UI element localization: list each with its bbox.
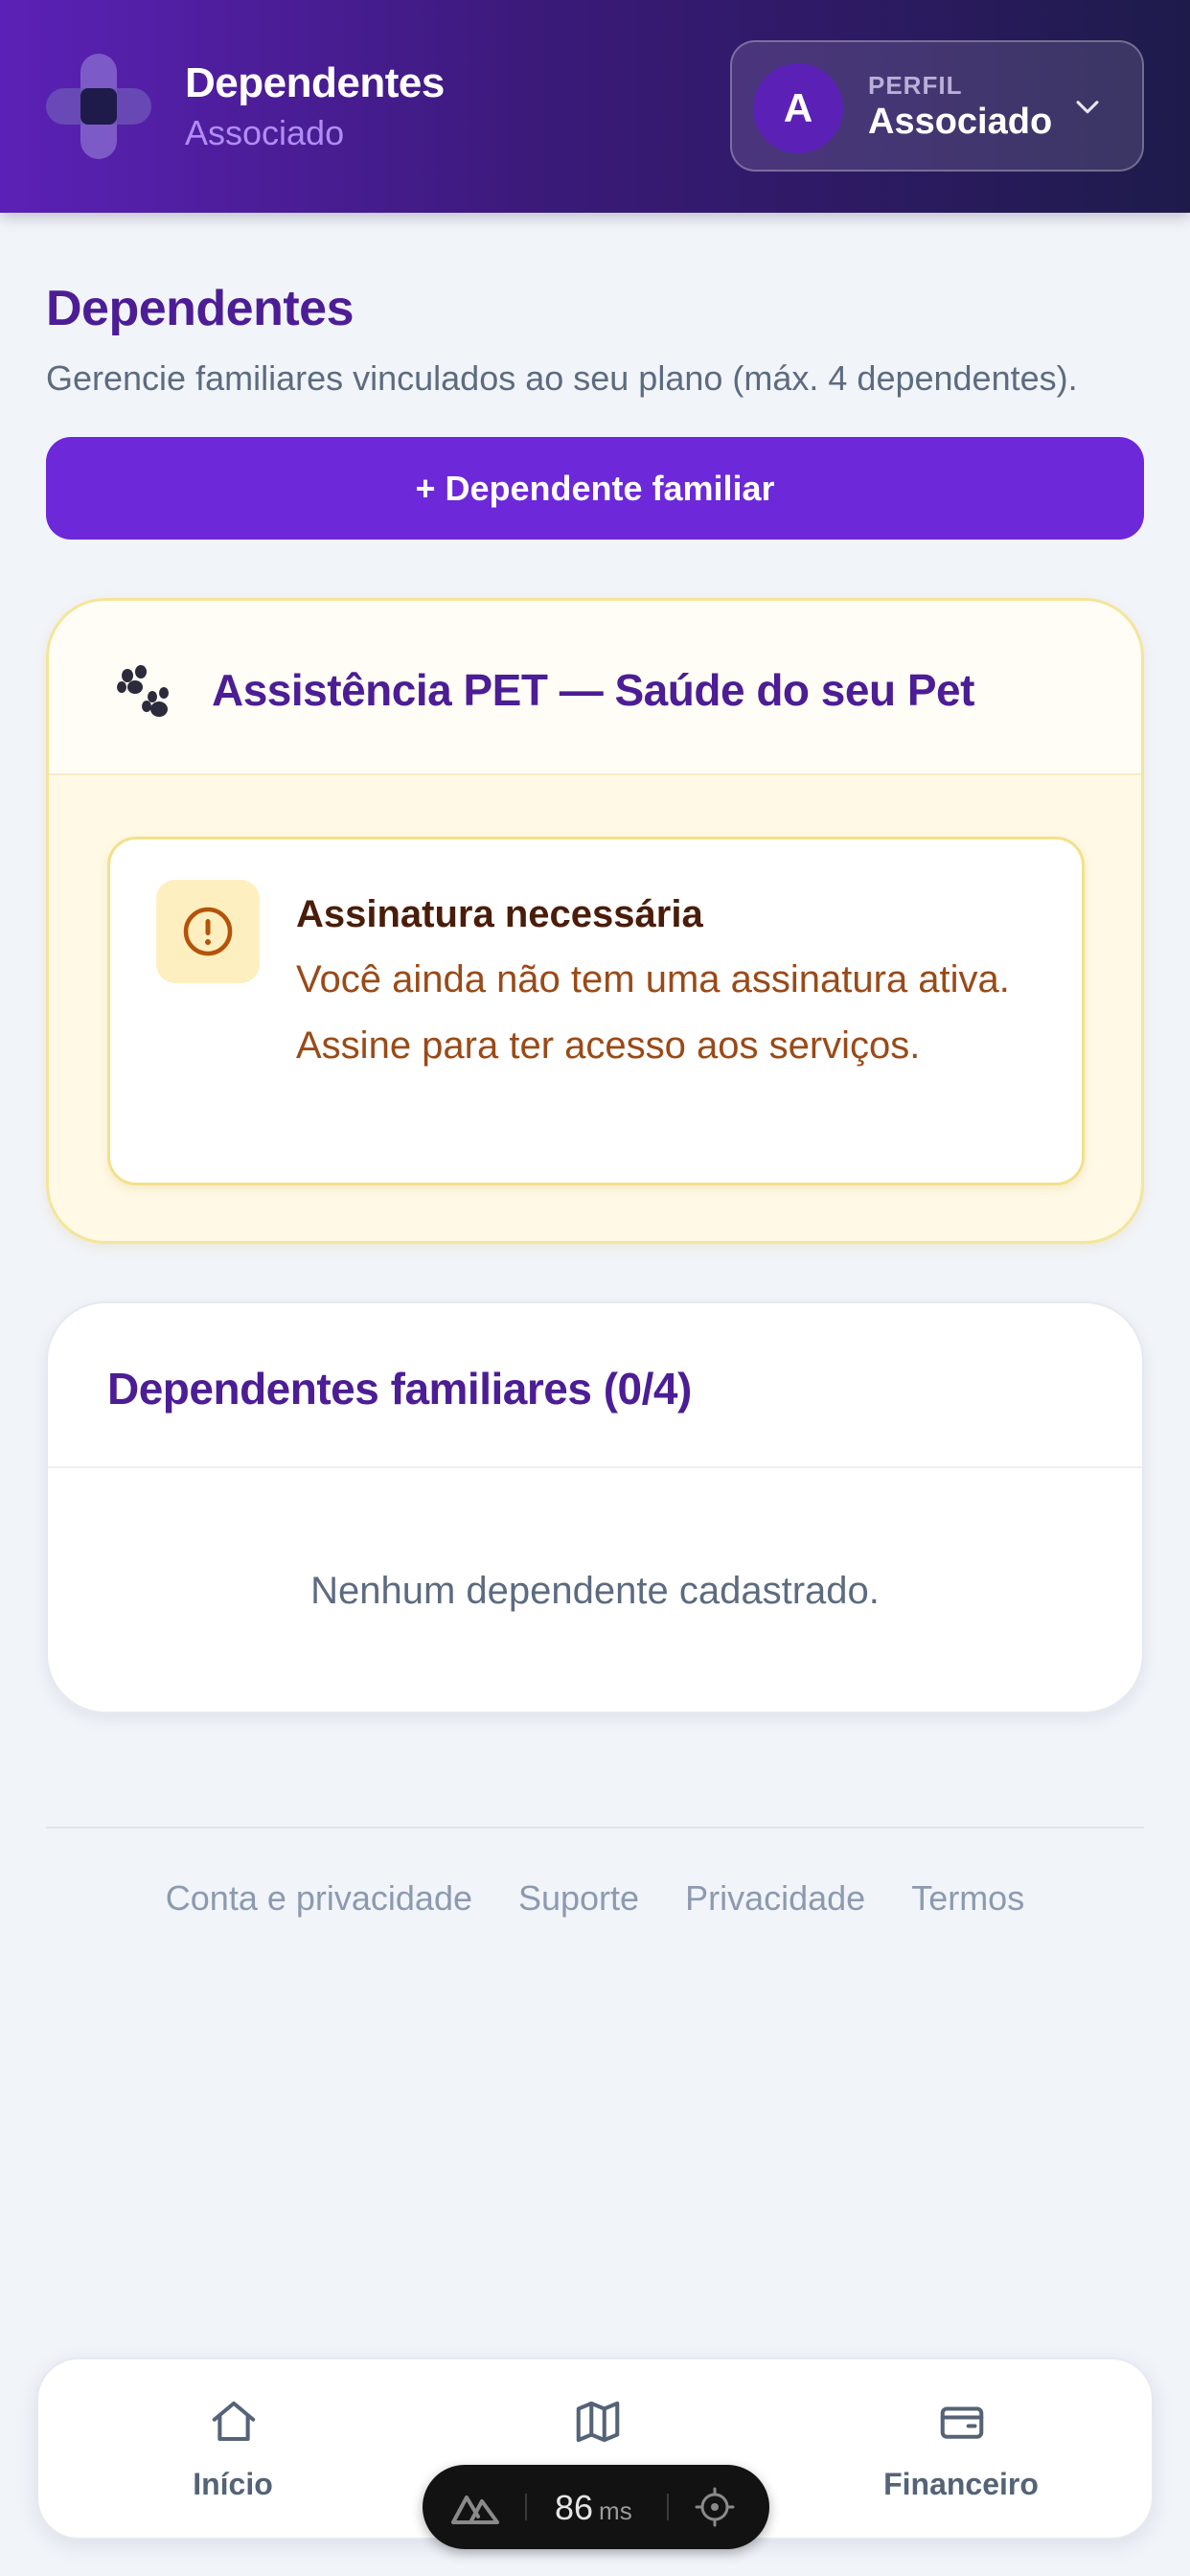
alert-title: Assinatura necessária: [296, 893, 703, 935]
avatar: A: [753, 63, 843, 153]
add-dependent-button[interactable]: + Dependente familiar: [46, 437, 1144, 540]
nav-item-home[interactable]: Início: [118, 2396, 348, 2511]
profile-value: Associado: [868, 102, 1053, 142]
nav-item-label: Financeiro: [883, 2467, 1039, 2501]
nav-item-financial[interactable]: Financeiro: [846, 2396, 1076, 2511]
header-subtitle: Associado: [185, 113, 345, 152]
pet-card-title: Assistência PET — Saúde do seu Pet: [212, 665, 974, 715]
app-logo-icon: [46, 54, 151, 159]
render-time-value: 86: [555, 2488, 594, 2527]
profile-switcher-button[interactable]: A PERFIL Associado: [730, 40, 1144, 172]
paw-icon: [117, 665, 169, 717]
family-dependents-card: Dependentes familiares (0/4) Nenhum depe…: [46, 1301, 1144, 1714]
footer-link-account-privacy[interactable]: Conta e privacidade: [166, 1878, 472, 1919]
pet-assistance-card: Assistência PET — Saúde do seu Pet Assin…: [46, 598, 1144, 1244]
header-title: Dependentes: [185, 59, 445, 106]
toolbar-divider: [667, 2494, 669, 2520]
footer-link-privacy[interactable]: Privacidade: [685, 1878, 865, 1919]
footer-link-support[interactable]: Suporte: [518, 1878, 639, 1919]
wallet-icon: [940, 2406, 984, 2439]
footer-link-terms[interactable]: Termos: [911, 1878, 1024, 1919]
dependents-card-title: Dependentes familiares (0/4): [107, 1364, 692, 1414]
toolbar-divider: [525, 2494, 527, 2520]
alert-text: Você ainda não tem uma assinatura ativa.…: [296, 958, 1010, 1067]
footer-divider: [46, 1827, 1144, 1828]
exclamation-circle-icon: [183, 907, 233, 956]
dependents-card-header: Dependentes familiares (0/4): [48, 1303, 1142, 1468]
subscription-alert: Assinatura necessária Você ainda não tem…: [107, 837, 1085, 1185]
nav-item-label: Início: [193, 2467, 273, 2501]
page-title: Dependentes: [46, 281, 355, 336]
crosshair-icon[interactable]: [694, 2486, 736, 2528]
render-time-readout: 86 ms: [555, 2488, 632, 2528]
footer-links: Conta e privacidade Suporte Privacidade …: [0, 1878, 1190, 1919]
chevron-down-icon: [1076, 101, 1099, 114]
framework-logo-icon: [451, 2496, 499, 2524]
render-time-unit: ms: [599, 2496, 632, 2525]
app-header: Dependentes Associado A PERFIL Associado: [0, 0, 1190, 213]
map-icon: [576, 2401, 620, 2443]
alert-icon-wrapper: [156, 880, 260, 983]
dev-toolbar[interactable]: 86 ms: [423, 2465, 769, 2549]
profile-label: PERFIL: [868, 71, 963, 100]
pet-card-header: Assistência PET — Saúde do seu Pet: [49, 601, 1141, 775]
home-icon: [212, 2401, 256, 2442]
page-description: Gerencie familiares vinculados ao seu pl…: [46, 358, 1078, 398]
empty-state-text: Nenhum dependente cadastrado.: [310, 1570, 880, 1612]
